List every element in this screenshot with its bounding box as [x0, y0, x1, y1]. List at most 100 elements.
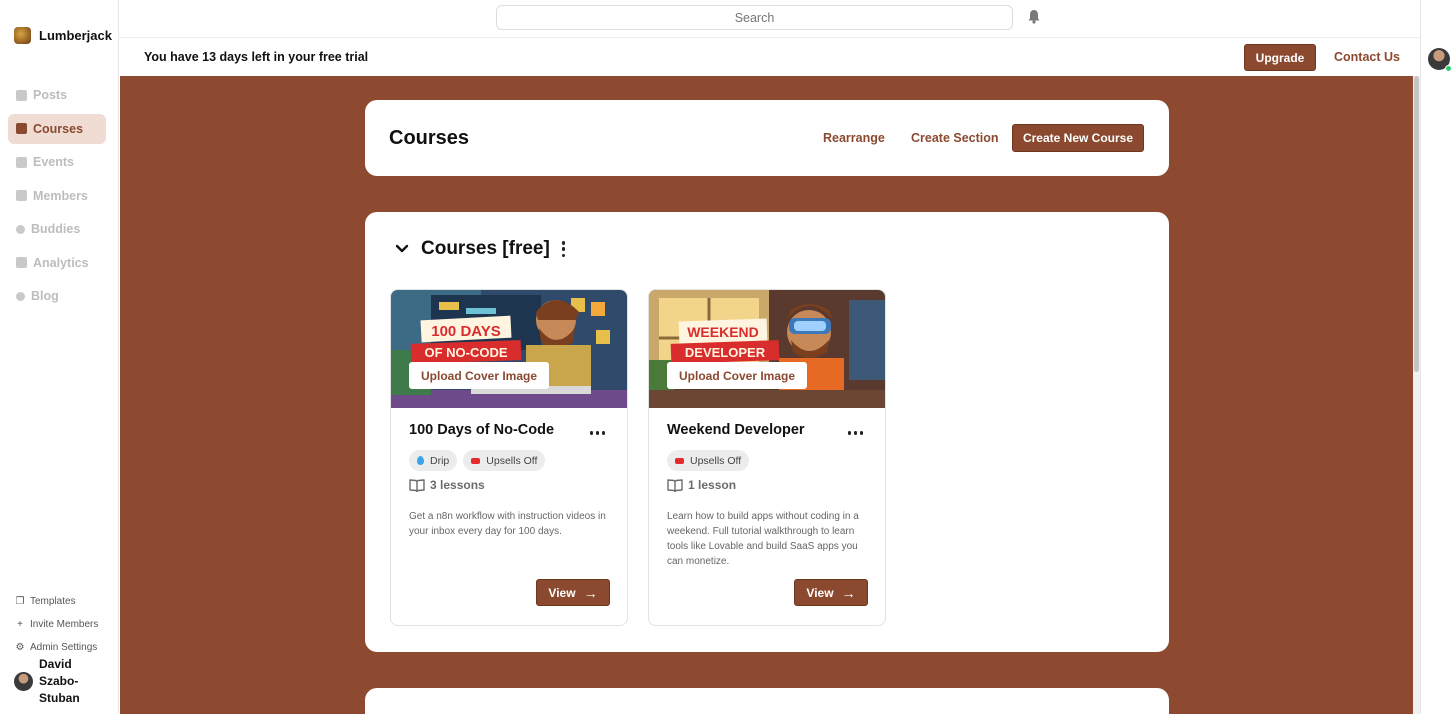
create-section-button[interactable]: Create Section: [911, 131, 999, 145]
sidebar-item-analytics[interactable]: Analytics: [8, 248, 106, 278]
video-icon: [471, 457, 481, 464]
search-input[interactable]: [496, 5, 1013, 30]
members-icon: [16, 190, 27, 201]
trial-banner: You have 13 days left in your free trial…: [119, 38, 1420, 76]
section-header: Courses [free]: [395, 238, 566, 260]
badge-label: Drip: [430, 454, 450, 467]
lesson-count: 1 lesson: [667, 478, 736, 492]
upload-cover-image-button[interactable]: Upload Cover Image: [409, 362, 550, 389]
course-title[interactable]: 100 Days of No-Code: [409, 422, 554, 438]
section-menu-icon[interactable]: [561, 241, 566, 257]
cover-text-line1: WEEKEND: [687, 324, 759, 340]
buddies-icon: [16, 224, 25, 234]
view-course-button[interactable]: View →: [794, 579, 868, 606]
calendar-icon: [16, 156, 27, 168]
upload-cover-image-button[interactable]: Upload Cover Image: [667, 362, 808, 389]
sidebar-item-members[interactable]: Members: [8, 181, 106, 211]
course-menu-icon[interactable]: [589, 431, 605, 435]
upgrade-button[interactable]: Upgrade: [1244, 44, 1316, 71]
scrollbar-thumb[interactable]: [1414, 76, 1419, 372]
arrow-right-icon: →: [841, 584, 856, 601]
course-description: Learn how to build apps without coding i…: [667, 511, 859, 567]
section-title: Courses [free]: [421, 238, 550, 259]
sidebar-footer: ❐ Templates + Invite Members ⚙ Admin Set…: [15, 590, 99, 659]
lesson-count: 3 lessons: [409, 478, 485, 492]
topbar: [119, 0, 1420, 38]
pen-icon: [16, 89, 27, 101]
avatar: [14, 672, 33, 691]
page-title: Courses: [389, 127, 470, 149]
trial-message: You have 13 days left in your free trial: [144, 50, 369, 64]
sidebar-nav: Posts Courses Events Members Buddies Ana…: [8, 80, 106, 315]
course-badges: Drip Upsells Off: [409, 450, 546, 471]
view-course-button[interactable]: View →: [536, 579, 610, 606]
templates-link[interactable]: ❐ Templates: [15, 590, 98, 613]
sidebar-item-label: Posts: [33, 88, 68, 102]
invite-members-label: Invite Members: [30, 619, 99, 630]
link-icon: [16, 291, 25, 301]
cover-text-line1: 100 DAYS: [431, 323, 501, 340]
sidebar-item-label: Events: [33, 155, 74, 169]
plus-icon: +: [17, 618, 23, 630]
gear-icon: ⚙: [15, 641, 25, 653]
badge-label: Upsells Off: [486, 454, 538, 467]
open-book-icon: [409, 479, 425, 492]
courses-section-panel: Courses [free] 100 DAYS OF NO-CODE Uploa…: [365, 212, 1169, 652]
course-description: Get a n8n workflow with instruction vide…: [409, 511, 606, 537]
sidebar-item-label: Members: [33, 188, 88, 203]
scrollbar[interactable]: [1413, 76, 1420, 714]
course-title[interactable]: Weekend Developer: [667, 422, 805, 438]
create-new-course-button[interactable]: Create New Course: [1012, 124, 1144, 152]
courses-header-panel: Courses Rearrange Create Section Create …: [365, 100, 1169, 176]
sidebar-item-blog[interactable]: Blog: [8, 281, 106, 311]
right-rail: [1420, 0, 1456, 714]
sidebar-item-courses[interactable]: Courses: [8, 113, 106, 144]
upsells-badge: Upsells Off: [463, 450, 546, 471]
course-menu-icon[interactable]: [847, 431, 863, 435]
video-icon: [675, 457, 684, 464]
brand-name: Lumberjack: [39, 28, 112, 43]
view-label: View: [548, 585, 576, 600]
cover-text-line2: DEVELOPER: [685, 345, 766, 360]
course-cover-illustration: 100 DAYS OF NO-CODE: [391, 290, 627, 408]
sidebar-item-label: Blog: [31, 289, 59, 303]
current-user[interactable]: David Szabo-Stuban: [14, 656, 99, 707]
brand[interactable]: Lumberjack: [14, 27, 112, 44]
chevron-down-icon[interactable]: [395, 244, 409, 254]
admin-settings-label: Admin Settings: [30, 642, 98, 653]
sidebar-item-posts[interactable]: Posts: [8, 80, 106, 110]
drip-badge: Drip: [409, 450, 458, 471]
main-content: Courses Rearrange Create Section Create …: [120, 76, 1413, 714]
open-book-icon: [667, 479, 683, 492]
rearrange-button[interactable]: Rearrange: [823, 131, 885, 145]
book-icon: [16, 123, 27, 134]
course-cover-image: 100 DAYS OF NO-CODE Upload Cover Image: [391, 290, 627, 408]
view-label: View: [806, 585, 834, 600]
templates-label: Templates: [30, 596, 76, 607]
course-card: 100 DAYS OF NO-CODE Upload Cover Image 1…: [390, 289, 628, 626]
sidebar-item-label: Analytics: [33, 255, 89, 270]
sidebar-item-label: Buddies: [31, 222, 81, 236]
arrow-right-icon: →: [583, 584, 598, 601]
next-section-panel: [365, 688, 1169, 714]
user-name: David Szabo-Stuban: [39, 657, 80, 705]
bell-icon[interactable]: [1027, 9, 1041, 24]
sidebar-item-label: Courses: [33, 121, 84, 136]
course-cover-illustration: WEEKEND DEVELOPER: [649, 290, 885, 408]
invite-members-link[interactable]: + Invite Members: [15, 613, 98, 636]
course-cover-image: WEEKEND DEVELOPER Upload Cover Image: [649, 290, 885, 408]
chart-icon: [16, 257, 27, 268]
sidebar-item-events[interactable]: Events: [8, 147, 106, 177]
lesson-count-label: 3 lessons: [430, 478, 485, 492]
cover-text-line2: OF NO-CODE: [424, 345, 507, 360]
badge-label: Upsells Off: [690, 454, 742, 467]
upsells-badge: Upsells Off: [667, 450, 750, 471]
lumberjack-logo-icon: [14, 27, 31, 44]
sidebar: Lumberjack Posts Courses Events Members …: [0, 0, 119, 714]
lesson-count-label: 1 lesson: [688, 478, 737, 492]
sidebar-item-buddies[interactable]: Buddies: [8, 214, 106, 244]
templates-icon: ❐: [15, 595, 25, 607]
course-badges: Upsells Off: [667, 450, 750, 471]
contact-us-link[interactable]: Contact Us: [1334, 50, 1400, 64]
drop-icon: [417, 456, 424, 465]
